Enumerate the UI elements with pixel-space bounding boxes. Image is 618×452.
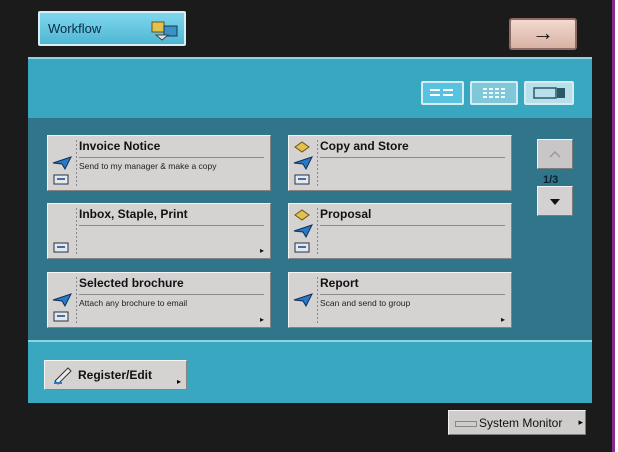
title-underline bbox=[320, 157, 505, 158]
job-title: Copy and Store bbox=[320, 139, 409, 153]
job-description: Scan and send to group bbox=[320, 298, 411, 308]
right-arrow-icon: → bbox=[532, 20, 554, 45]
divider bbox=[76, 208, 77, 254]
workflow-icon bbox=[151, 21, 178, 41]
job-button-report[interactable]: Report Scan and send to group ▸ bbox=[288, 272, 512, 328]
send-arrow-icon bbox=[293, 224, 313, 238]
edit-pen-icon bbox=[54, 367, 72, 385]
job-button-selected-brochure[interactable]: Selected brochure Attach any brochure to… bbox=[47, 272, 271, 328]
print-icon bbox=[294, 174, 310, 185]
job-button-proposal[interactable]: Proposal bbox=[288, 203, 512, 259]
job-title: Inbox, Staple, Print bbox=[79, 207, 188, 221]
more-triangle-icon: ▸ bbox=[259, 246, 264, 255]
chevron-up-icon bbox=[549, 150, 561, 158]
print-icon bbox=[53, 174, 69, 185]
scroll-down-button[interactable] bbox=[537, 186, 573, 216]
grid-view-icon bbox=[483, 88, 505, 98]
job-title: Report bbox=[320, 276, 359, 290]
divider bbox=[317, 277, 318, 323]
card-view-button[interactable] bbox=[524, 81, 574, 105]
job-button-copy-and-store[interactable]: Copy and Store bbox=[288, 135, 512, 191]
more-triangle-icon: ▸ bbox=[259, 315, 264, 324]
register-edit-label: Register/Edit bbox=[78, 368, 153, 382]
scroll-up-button[interactable] bbox=[537, 139, 573, 169]
list-view-icon bbox=[430, 89, 453, 96]
panel-divider bbox=[28, 340, 592, 342]
job-button-invoice-notice[interactable]: Invoice Notice Send to my manager & make… bbox=[47, 135, 271, 191]
job-title: Invoice Notice bbox=[79, 139, 161, 153]
status-bar-icon bbox=[455, 421, 477, 427]
print-icon bbox=[53, 242, 69, 253]
send-arrow-icon bbox=[293, 293, 313, 307]
copy-stack-icon bbox=[294, 141, 310, 153]
divider bbox=[317, 208, 318, 254]
list-view-button[interactable] bbox=[421, 81, 464, 105]
title-underline bbox=[320, 294, 505, 295]
workflow-tab[interactable]: Workflow bbox=[38, 11, 186, 46]
register-edit-button[interactable]: Register/Edit ▸ bbox=[44, 360, 187, 390]
next-screen-button[interactable]: → bbox=[509, 18, 577, 50]
job-title: Selected brochure bbox=[79, 276, 184, 290]
job-button-inbox-staple-print[interactable]: Inbox, Staple, Print ▸ bbox=[47, 203, 271, 259]
system-monitor-button[interactable]: System Monitor ▸ bbox=[448, 410, 586, 435]
job-description: Send to my manager & make a copy bbox=[79, 161, 217, 171]
device-screen: Workflow → Invoice Notice Send to my man… bbox=[0, 0, 612, 452]
job-description: Attach any brochure to email bbox=[79, 298, 188, 308]
copy-stack-icon bbox=[294, 209, 310, 221]
system-monitor-label: System Monitor bbox=[479, 416, 563, 430]
workflow-tab-label: Workflow bbox=[48, 21, 102, 36]
panel-top-border bbox=[28, 57, 592, 59]
divider bbox=[76, 277, 77, 323]
send-arrow-icon bbox=[52, 156, 72, 170]
print-icon bbox=[294, 242, 310, 253]
job-title: Proposal bbox=[320, 207, 372, 221]
screen-edge bbox=[612, 0, 615, 452]
title-underline bbox=[79, 157, 264, 158]
title-underline bbox=[320, 225, 505, 226]
title-underline bbox=[79, 294, 264, 295]
grid-view-button[interactable] bbox=[470, 81, 518, 105]
print-icon bbox=[53, 311, 69, 322]
more-triangle-icon: ▸ bbox=[578, 417, 583, 427]
more-triangle-icon: ▸ bbox=[500, 315, 505, 324]
more-triangle-icon: ▸ bbox=[176, 377, 181, 386]
send-arrow-icon bbox=[293, 156, 313, 170]
send-arrow-icon bbox=[52, 293, 72, 307]
divider bbox=[76, 140, 77, 186]
title-underline bbox=[79, 225, 264, 226]
page-indicator: 1/3 bbox=[543, 174, 559, 186]
divider bbox=[317, 140, 318, 186]
card-view-icon bbox=[533, 87, 565, 99]
chevron-down-icon bbox=[550, 199, 560, 205]
